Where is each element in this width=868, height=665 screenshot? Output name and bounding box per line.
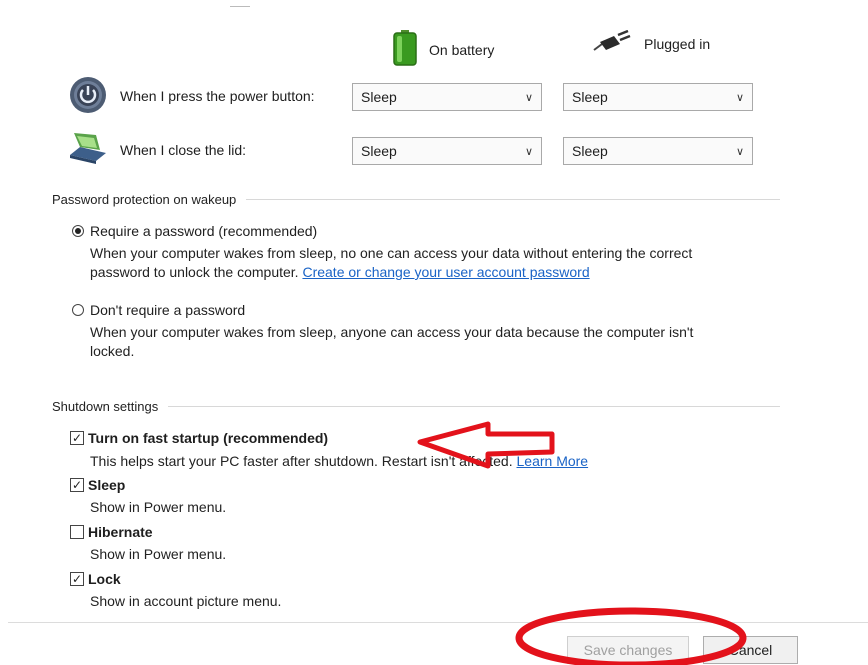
annotation-overlay — [417, 421, 747, 665]
annotation-circle — [515, 607, 747, 665]
annotation-arrow — [417, 421, 555, 469]
